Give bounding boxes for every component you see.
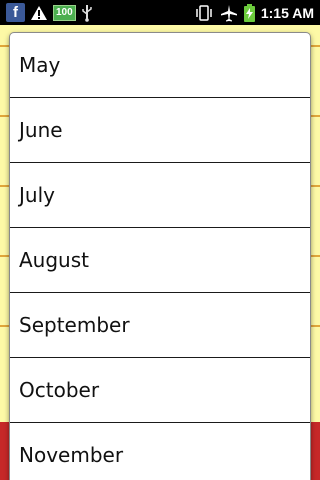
airplane-icon — [220, 4, 238, 22]
month-dropdown-list[interactable]: May June July August September October N… — [10, 33, 310, 480]
notification-icons: f 100 — [0, 3, 93, 22]
month-option-july[interactable]: July — [10, 163, 310, 228]
status-bar: f 100 1:15 AM — [0, 0, 320, 25]
warning-icon — [30, 5, 48, 21]
clock: 1:15 AM — [260, 4, 314, 21]
facebook-icon: f — [6, 3, 25, 22]
month-option-august[interactable]: August — [10, 228, 310, 293]
month-option-may[interactable]: May — [10, 33, 310, 98]
battery-charging-icon — [243, 3, 255, 22]
month-option-september[interactable]: September — [10, 293, 310, 358]
vibrate-icon — [194, 4, 214, 22]
system-icons: 1:15 AM — [194, 3, 320, 22]
month-option-october[interactable]: October — [10, 358, 310, 423]
usb-icon — [81, 4, 93, 22]
month-option-november[interactable]: November — [10, 423, 310, 480]
battery-100-icon: 100 — [53, 4, 76, 21]
month-option-june[interactable]: June — [10, 98, 310, 163]
